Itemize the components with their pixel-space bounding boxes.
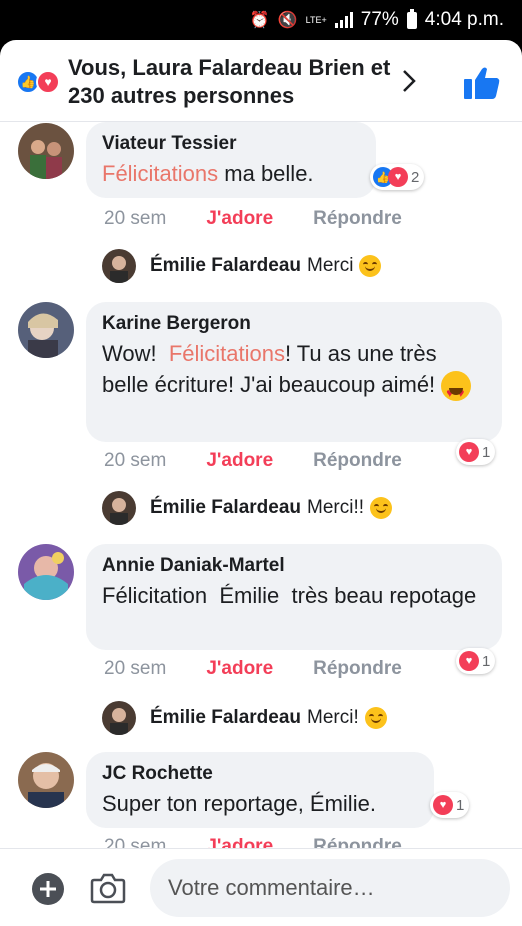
comment-author[interactable]: Viateur Tessier	[102, 132, 360, 156]
comment-bubble: Viateur Tessier Félicitations ma belle.	[86, 122, 376, 198]
comment-actions: 20 sem J'adore Répondre	[104, 208, 402, 230]
comment-bubble: Annie Daniak-Martel Félicitation Émilie …	[86, 544, 502, 650]
avatar[interactable]	[18, 123, 74, 179]
reactors-summary[interactable]: Vous, Laura Falardeau Brien et 230 autre…	[68, 54, 398, 110]
comment-text: Félicitation Émilie très beau repotage	[102, 583, 477, 608]
reaction-count-badge[interactable]: ♥ 1	[456, 439, 496, 465]
reply-preview[interactable]: Émilie Falardeau Merci!	[102, 700, 387, 736]
heart-icon: ♥	[36, 70, 60, 94]
comment-time: 20 sem	[104, 208, 167, 229]
highlighted-word[interactable]: Félicitations	[102, 161, 218, 186]
reply-author[interactable]: Émilie Falardeau	[150, 707, 301, 729]
comment-time: 20 sem	[104, 450, 167, 471]
heart-icon: ♥	[459, 651, 479, 671]
reply-text: Merci!!	[307, 497, 365, 518]
reply-button[interactable]: Répondre	[313, 658, 402, 680]
comment-bubble: Karine Bergeron Wow! Félicitations! Tu a…	[86, 302, 502, 442]
add-attachment-button[interactable]	[32, 873, 64, 905]
love-button[interactable]: J'adore	[206, 450, 273, 472]
comment-input[interactable]	[150, 859, 510, 917]
comment-author[interactable]: JC Rochette	[102, 762, 418, 786]
avatar[interactable]	[18, 752, 74, 808]
comment-actions: 20 sem J'adore Répondre	[104, 658, 402, 680]
reaction-count-badge[interactable]: ♥ 1	[456, 648, 496, 674]
comments-screen: 👍 ♥ Vous, Laura Falardeau Brien et 230 a…	[0, 40, 522, 926]
signal-icon	[334, 12, 353, 28]
heart-icon: ♥	[388, 167, 408, 187]
reply-text: Merci	[307, 255, 354, 276]
reply-author[interactable]: Émilie Falardeau	[150, 255, 301, 277]
plus-icon	[40, 881, 56, 897]
reaction-icons: 👍 ♥	[16, 70, 64, 94]
highlighted-word[interactable]: Félicitations	[169, 341, 285, 366]
clock: 4:04 p.m.	[424, 9, 504, 30]
smile-emoji-icon	[370, 497, 393, 519]
smile-emoji-icon	[359, 255, 382, 277]
reply-preview[interactable]: Émilie Falardeau Merci!!	[102, 490, 393, 526]
status-bar: ⏰ 🔇 LTE+ 77% 4:04 p.m.	[0, 0, 522, 40]
comment-author[interactable]: Annie Daniak-Martel	[102, 554, 486, 578]
comment-bubble: JC Rochette Super ton reportage, Émilie.	[86, 752, 434, 828]
reply-author[interactable]: Émilie Falardeau	[150, 497, 301, 519]
love-button[interactable]: J'adore	[206, 208, 273, 230]
comment-author[interactable]: Karine Bergeron	[102, 312, 486, 336]
alarm-icon: ⏰	[249, 12, 270, 29]
comment-composer	[0, 848, 522, 926]
avatar[interactable]	[102, 491, 136, 525]
camera-icon[interactable]	[90, 871, 126, 905]
battery-percent: 77%	[360, 9, 399, 30]
avatar[interactable]	[102, 701, 136, 735]
reactions-header[interactable]: 👍 ♥ Vous, Laura Falardeau Brien et 230 a…	[0, 40, 522, 122]
heart-eyes-emoji-icon: ♥ ♥	[441, 371, 472, 402]
avatar[interactable]	[18, 302, 74, 358]
chevron-right-icon[interactable]	[400, 68, 418, 94]
reply-preview[interactable]: Émilie Falardeau Merci	[102, 248, 382, 284]
heart-icon: ♥	[433, 795, 453, 815]
heart-icon: ♥	[459, 442, 479, 462]
comment-text: Félicitations ma belle.	[102, 161, 314, 186]
reply-text: Merci!	[307, 707, 359, 728]
love-button[interactable]: J'adore	[206, 658, 273, 680]
comment-actions: 20 sem J'adore Répondre	[104, 450, 402, 472]
like-button-icon[interactable]	[464, 66, 500, 100]
comment-text: Wow! Félicitations! Tu as une très belle…	[102, 338, 486, 402]
reaction-count-badge[interactable]: 👍 ♥ 2	[370, 164, 425, 190]
reaction-count-badge[interactable]: ♥ 1	[430, 792, 470, 818]
reply-button[interactable]: Répondre	[313, 450, 402, 472]
smile-emoji-icon	[364, 707, 387, 729]
comment-text: Super ton reportage, Émilie.	[102, 791, 376, 816]
avatar[interactable]	[102, 249, 136, 283]
battery-icon	[406, 8, 417, 29]
avatar[interactable]	[18, 544, 74, 600]
comment-time: 20 sem	[104, 658, 167, 679]
mute-icon: 🔇	[277, 12, 298, 29]
reply-button[interactable]: Répondre	[313, 208, 402, 230]
network-type: LTE+	[305, 14, 327, 25]
